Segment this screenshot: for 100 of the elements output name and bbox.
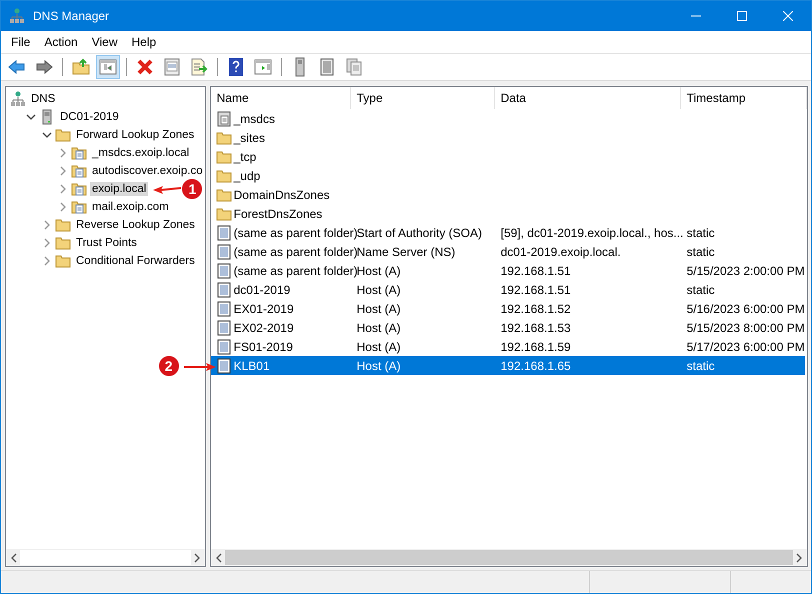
menu-item[interactable]: File xyxy=(4,35,38,49)
tree-item[interactable]: Trust Points xyxy=(74,236,139,250)
record-icon xyxy=(216,244,232,260)
expand-icon[interactable] xyxy=(58,166,68,176)
menu-item[interactable]: Action xyxy=(37,35,85,49)
column-header[interactable]: Timestamp xyxy=(680,87,807,109)
back-arrow-icon xyxy=(7,57,27,77)
scroll-thumb[interactable] xyxy=(20,550,191,565)
folder-icon xyxy=(216,130,232,146)
tree-item[interactable]: Forward Lookup Zones xyxy=(74,128,196,142)
tree-item[interactable]: Reverse Lookup Zones xyxy=(74,218,197,232)
record-icon xyxy=(216,338,232,354)
column-header[interactable]: Name xyxy=(210,87,351,109)
folder-icon xyxy=(55,235,71,251)
expand-icon[interactable] xyxy=(42,256,52,266)
table-cell: KLB01 xyxy=(234,358,270,372)
scroll-left-icon[interactable] xyxy=(214,552,223,562)
tree-item[interactable]: Conditional Forwarders xyxy=(74,254,197,268)
forward-arrow-icon xyxy=(34,57,54,77)
table-cell: (same as parent folder) xyxy=(234,244,358,258)
table-cell: static xyxy=(686,358,715,372)
properties-icon xyxy=(162,57,182,77)
folder-icon xyxy=(55,127,71,143)
table-cell: Host (A) xyxy=(356,302,401,316)
column-header[interactable]: Type xyxy=(350,87,495,109)
record-icon xyxy=(216,262,232,278)
table-cell: 5/17/2023 6:00:00 PM xyxy=(686,340,805,354)
scroll-right-icon[interactable] xyxy=(192,552,201,562)
column-header[interactable]: Data xyxy=(494,87,681,109)
table-cell: static xyxy=(686,244,715,258)
table-cell: dc01-2019 xyxy=(234,282,290,296)
table-cell: 192.168.1.65 xyxy=(500,358,571,372)
table-cell: DomainDnsZones xyxy=(234,188,330,202)
folder-icon xyxy=(216,186,232,202)
table-cell: Start of Authority (SOA) xyxy=(356,226,482,240)
table-cell: dc01-2019.exoip.local. xyxy=(500,244,621,258)
table-cell: 192.168.1.51 xyxy=(500,264,571,278)
arrow-icon xyxy=(184,360,216,372)
table-cell: _tcp xyxy=(234,150,256,164)
horizontal-scrollbar[interactable] xyxy=(6,549,205,566)
expand-icon[interactable] xyxy=(58,148,68,158)
maximize-icon[interactable] xyxy=(737,11,747,21)
record-icon xyxy=(216,224,232,240)
table-cell: FS01-2019 xyxy=(234,340,293,354)
table-cell: 192.168.1.51 xyxy=(500,282,571,296)
tree-item[interactable]: DC01-2019 xyxy=(58,110,121,124)
table-cell: (same as parent folder) xyxy=(234,264,358,278)
network-icon xyxy=(10,91,26,107)
folder-document-icon xyxy=(71,163,87,179)
table-cell: (same as parent folder) xyxy=(234,226,358,240)
window-title: DNS Manager xyxy=(33,9,110,23)
table-cell: Name Server (NS) xyxy=(356,244,456,258)
pane-icon xyxy=(98,57,118,77)
folder-document-icon xyxy=(71,181,87,197)
expand-icon[interactable] xyxy=(58,202,68,212)
collapse-icon[interactable] xyxy=(42,130,52,140)
close-icon[interactable] xyxy=(783,11,793,21)
scroll-right-icon[interactable] xyxy=(794,552,803,562)
table-cell: static xyxy=(686,282,715,296)
folder-icon xyxy=(216,148,232,164)
delete-icon xyxy=(135,57,155,77)
menu-item[interactable]: Help xyxy=(124,35,164,49)
expand-icon[interactable] xyxy=(58,184,68,194)
folder-up-icon xyxy=(71,57,91,77)
folder-icon xyxy=(216,168,232,184)
table-cell: 192.168.1.53 xyxy=(500,320,571,334)
folder-document-icon xyxy=(71,199,87,215)
document-icon xyxy=(216,110,232,126)
table-cell: EX02-2019 xyxy=(234,320,294,334)
table-cell: _udp xyxy=(234,168,260,182)
selected-row[interactable]: KLB01 Host (A) 192.168.1.65 static xyxy=(210,356,805,375)
folder-document-icon xyxy=(71,145,87,161)
scroll-thumb[interactable] xyxy=(224,550,793,565)
export-list-icon xyxy=(189,57,209,77)
arrow-icon xyxy=(151,184,184,196)
horizontal-scrollbar[interactable] xyxy=(210,549,807,566)
folder-icon xyxy=(55,253,71,269)
table-cell: [59], dc01-2019.exoip.local., hos... xyxy=(500,226,684,240)
collapse-icon[interactable] xyxy=(26,112,36,122)
table-cell: Host (A) xyxy=(356,340,401,354)
pane-icon xyxy=(253,57,273,77)
tree-item[interactable]: DNS xyxy=(29,92,58,106)
expand-icon[interactable] xyxy=(42,220,52,230)
table-cell: _msdcs xyxy=(234,112,275,126)
table-cell: 192.168.1.52 xyxy=(500,302,571,316)
scroll-left-icon[interactable] xyxy=(10,552,18,562)
tree-item[interactable]: autodiscover.exoip.co xyxy=(90,164,205,178)
table-cell: Host (A) xyxy=(356,282,401,296)
expand-icon[interactable] xyxy=(42,238,52,248)
table-cell: 5/15/2023 8:00:00 PM xyxy=(686,320,805,334)
copy-icon xyxy=(344,57,364,77)
table-cell: static xyxy=(686,226,715,240)
tree-item[interactable]: exoip.local xyxy=(90,182,148,196)
tree-item[interactable]: _msdcs.exoip.local xyxy=(90,146,192,160)
record-icon xyxy=(216,320,232,336)
table-cell: EX01-2019 xyxy=(234,302,294,316)
table-cell: 5/16/2023 6:00:00 PM xyxy=(686,302,805,316)
menu-item[interactable]: View xyxy=(84,35,124,49)
toolbar-button[interactable] xyxy=(96,55,120,79)
tree-item[interactable]: mail.exoip.com xyxy=(90,200,171,214)
